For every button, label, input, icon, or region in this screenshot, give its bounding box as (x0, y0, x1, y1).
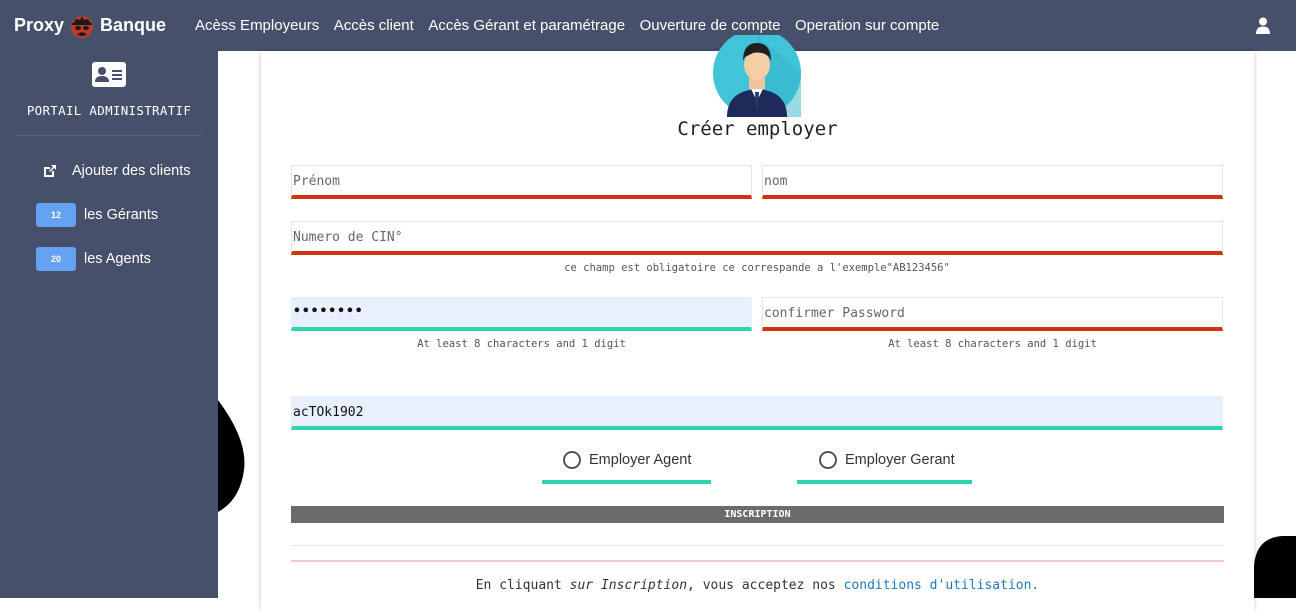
divider (291, 545, 1224, 546)
radio-label: Employer Gerant (845, 452, 955, 468)
count-badge: 12 (36, 203, 76, 227)
top-navbar: Proxy Banque Acèss Employeurs Accès clie… (0, 0, 1296, 51)
sidebar-item-gerants[interactable]: 12 les Gérants (36, 203, 158, 227)
confirm-password-input[interactable]: confirmer Password (762, 297, 1223, 331)
form-title: Créer employer (677, 118, 838, 140)
user-icon[interactable] (1256, 17, 1270, 34)
divider (291, 560, 1224, 562)
employee-code-input[interactable]: acTOk1902 (291, 396, 1223, 430)
decorative-blob (218, 400, 245, 512)
confirm-password-hint: At least 8 characters and 1 digit (888, 338, 1097, 350)
nom-input[interactable]: nom (762, 165, 1223, 199)
cin-hint: ce champ est obligatoire ce correspande … (564, 262, 950, 274)
radio-employer-agent[interactable]: Employer Agent (563, 451, 691, 469)
employee-avatar (713, 35, 801, 117)
radio-button[interactable] (819, 451, 837, 469)
radio-underline (542, 480, 711, 484)
cin-input[interactable]: Numero de CIN° (291, 221, 1223, 255)
sidebar-item-label: les Agents (84, 251, 151, 267)
radio-employer-gerant[interactable]: Employer Gerant (819, 451, 955, 469)
terms-text: En cliquant sur Inscription, vous accept… (261, 578, 1254, 593)
terms-middle: , vous acceptez nos (687, 578, 844, 593)
sidebar-item-label: les Gérants (84, 207, 159, 223)
create-employee-card: Créer employer Prénom nom Numero de CIN°… (261, 35, 1254, 611)
sidebar: PORTAIL ADMINISTRATIF Ajouter des client… (0, 51, 218, 598)
spy-logo-icon (71, 15, 94, 38)
brand[interactable]: Proxy Banque (14, 13, 166, 39)
terms-prefix: En cliquant (475, 578, 570, 593)
brand-text-left: Proxy (14, 15, 65, 35)
radio-label: Employer Agent (589, 452, 692, 468)
sidebar-item-add-clients[interactable]: Ajouter des clients (42, 163, 190, 179)
count-badge: 20 (36, 247, 76, 271)
prenom-input[interactable]: Prénom (291, 165, 752, 199)
radio-button[interactable] (563, 451, 581, 469)
inscription-button[interactable]: INSCRIPTION (291, 506, 1224, 523)
decorative-blob (1254, 536, 1296, 598)
password-hint: At least 8 characters and 1 digit (417, 338, 626, 350)
brand-text-right: Banque (100, 15, 167, 35)
nav-link-operation[interactable]: Operation sur compte (795, 17, 939, 34)
terms-link[interactable]: conditions d'utilisation. (844, 578, 1040, 593)
nav-links: Acèss Employeurs Accès client Accès Géra… (195, 17, 954, 34)
radio-underline (797, 480, 972, 484)
sidebar-divider (16, 135, 202, 136)
id-card-icon (92, 62, 126, 87)
sidebar-item-agents[interactable]: 20 les Agents (36, 247, 151, 271)
external-link-icon (44, 165, 56, 177)
password-input[interactable]: •••••••• (291, 297, 752, 331)
nav-link-employeurs[interactable]: Acèss Employeurs (195, 17, 319, 34)
nav-link-gerant[interactable]: Accès Gérant et paramétrage (428, 17, 625, 34)
terms-emphasis: sur Inscription (569, 578, 688, 593)
sidebar-item-label: Ajouter des clients (72, 163, 191, 179)
nav-link-ouverture[interactable]: Ouverture de compte (640, 17, 781, 34)
portal-title: PORTAIL ADMINISTRATIF (26, 103, 192, 118)
nav-link-client[interactable]: Accès client (334, 17, 414, 34)
